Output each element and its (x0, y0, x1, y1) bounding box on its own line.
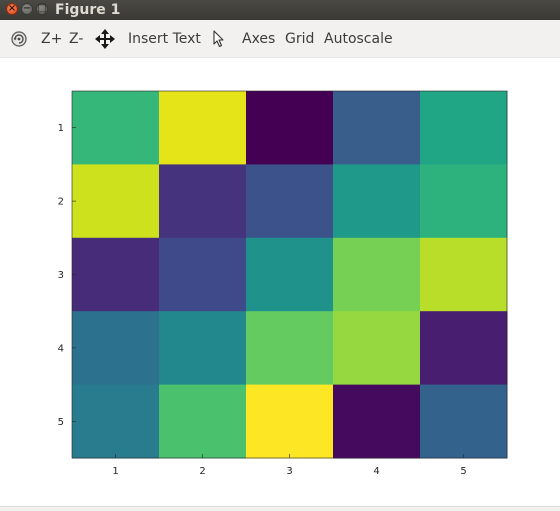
pointer-arrow-icon (213, 30, 224, 48)
heatmap-cell (246, 311, 334, 386)
heatmap-cell (420, 237, 508, 312)
axes-button[interactable]: Axes (242, 29, 275, 49)
y-tick-label: 4 (58, 343, 64, 354)
heatmap-cell (72, 384, 160, 459)
heatmap-cell (246, 91, 334, 165)
minimize-icon: − (22, 3, 32, 14)
grid-button[interactable]: Grid (285, 29, 314, 49)
heatmap-cell (159, 91, 247, 165)
heatmap-cell (246, 164, 334, 239)
heatmap-cell (72, 237, 160, 312)
pan-arrows-icon (95, 29, 115, 49)
close-icon: × (7, 3, 17, 14)
window-bottom-edge (0, 506, 560, 511)
heatmap-chart: 1 2 3 4 5 1 2 3 4 5 (58, 90, 508, 477)
pan-button[interactable] (95, 29, 115, 53)
x-tick-label: 4 (373, 466, 379, 477)
heatmap-cell (333, 237, 421, 312)
x-tick-label: 5 (460, 466, 466, 477)
figure-toolbar: Z+ Z- Insert Text Axes Grid Autoscale (0, 20, 560, 58)
heatmap-cell (333, 311, 421, 386)
autoscale-button[interactable]: Autoscale (324, 29, 393, 49)
heatmap-cell (420, 384, 508, 459)
y-tick-label: 1 (58, 123, 64, 134)
zoom-out-button[interactable]: Z- (69, 29, 83, 49)
heatmap-cell (72, 164, 160, 239)
plot-area[interactable]: 1 2 3 4 5 1 2 3 4 5 (0, 58, 560, 506)
y-tick-label: 3 (58, 270, 64, 281)
x-tick-label: 1 (112, 466, 118, 477)
window-titlebar: × − □ Figure 1 (0, 0, 560, 20)
y-tick-label: 5 (58, 417, 64, 428)
zoom-in-button[interactable]: Z+ (41, 29, 62, 49)
heatmap-cell (420, 91, 508, 165)
close-window-button[interactable]: × (6, 3, 18, 15)
minimize-window-button[interactable]: − (21, 3, 33, 15)
heatmap-cell (159, 384, 247, 459)
insert-text-button[interactable]: Insert Text (128, 29, 201, 49)
maximize-icon: □ (37, 3, 47, 14)
x-tick-label: 3 (286, 466, 292, 477)
heatmap-cell (246, 237, 334, 312)
rotate-icon (11, 31, 27, 47)
heatmap-cell (159, 164, 247, 239)
window-title: Figure 1 (55, 2, 121, 18)
maximize-window-button[interactable]: □ (36, 3, 48, 15)
heatmap-cell (420, 164, 508, 239)
heatmap-cell (246, 384, 334, 459)
heatmap-cell (333, 91, 421, 165)
heatmap-cell (420, 311, 508, 386)
y-tick-label: 2 (58, 197, 64, 208)
heatmap-cell (333, 384, 421, 459)
rotate-button[interactable] (10, 30, 28, 52)
heatmap-cell (159, 237, 247, 312)
x-tick-label: 2 (199, 466, 205, 477)
heatmap-cell (72, 91, 160, 165)
heatmap-cell (159, 311, 247, 386)
heatmap-cell (333, 164, 421, 239)
select-button[interactable] (212, 30, 226, 52)
heatmap-cell (72, 311, 160, 386)
